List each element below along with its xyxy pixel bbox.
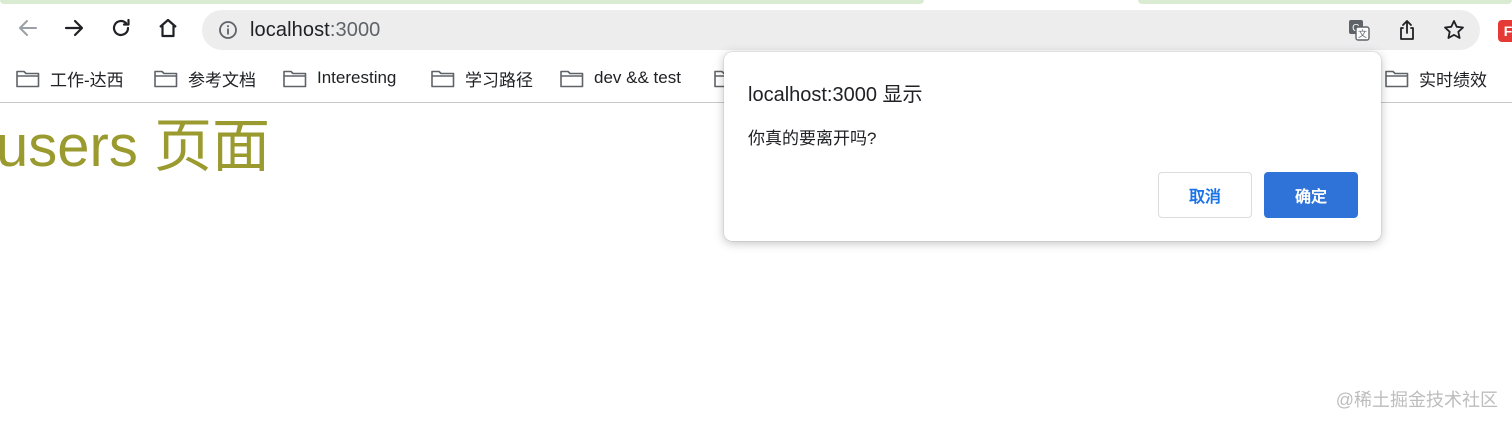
site-info-icon[interactable] <box>218 20 238 40</box>
dialog-title: localhost:3000 显示 <box>748 84 923 106</box>
bookmark-folder[interactable]: 学习路径 <box>431 64 533 92</box>
bookmark-folder[interactable]: dev && test <box>560 64 681 92</box>
bookmark-label: Interesting <box>317 68 397 87</box>
star-icon <box>1444 20 1464 39</box>
reload-icon <box>112 18 130 37</box>
back-arrow-icon <box>19 20 37 36</box>
bookmark-label: dev && test <box>594 68 681 87</box>
translate-button[interactable]: G文 <box>1348 19 1370 41</box>
home-icon <box>159 18 177 38</box>
folder-icon <box>560 70 584 87</box>
bookmark-label: 实时绩效 <box>1419 70 1487 90</box>
bookmark-folder[interactable]: 工作-达西 <box>16 64 124 92</box>
share-button[interactable] <box>1396 19 1418 41</box>
bookmark-label: 参考文档 <box>188 70 256 90</box>
confirm-dialog: localhost:3000 显示 你真的要离开吗? 取消 确定 <box>724 52 1381 241</box>
extension-icon[interactable]: F <box>1498 20 1512 42</box>
share-icon <box>1400 20 1414 40</box>
browser-toolbar: localhost:3000 G文 F <box>0 4 1512 56</box>
bookmark-star-button[interactable] <box>1443 19 1465 41</box>
url-text[interactable]: localhost:3000 <box>250 19 380 42</box>
extension-letter: F <box>1503 23 1512 39</box>
svg-text:文: 文 <box>1358 28 1367 40</box>
reload-button[interactable] <box>107 14 135 42</box>
cancel-button[interactable]: 取消 <box>1158 172 1252 218</box>
forward-button[interactable] <box>60 14 88 42</box>
address-bar[interactable]: localhost:3000 G文 <box>202 10 1480 50</box>
bookmark-folder[interactable]: Interesting <box>283 64 396 92</box>
bookmark-label: 工作-达西 <box>50 70 124 90</box>
folder-icon <box>16 70 40 87</box>
bookmark-folder[interactable]: 实时绩效 <box>1385 64 1487 92</box>
translate-icon: G文 <box>1349 20 1370 41</box>
forward-arrow-icon <box>64 19 84 37</box>
folder-icon <box>1385 70 1409 87</box>
folder-icon <box>154 70 178 87</box>
page-title: users 页面 <box>0 114 270 179</box>
watermark: @稀土掘金技术社区 <box>1335 390 1498 410</box>
url-host: localhost <box>250 19 330 41</box>
dialog-message: 你真的要离开吗? <box>748 129 877 148</box>
back-button[interactable] <box>14 14 42 42</box>
url-port: :3000 <box>329 19 381 41</box>
bookmark-label: 学习路径 <box>465 70 533 90</box>
confirm-button[interactable]: 确定 <box>1264 172 1358 218</box>
bookmark-folder[interactable]: 参考文档 <box>154 64 256 92</box>
folder-icon <box>283 70 307 87</box>
home-button[interactable] <box>154 14 182 42</box>
folder-icon <box>431 70 455 87</box>
